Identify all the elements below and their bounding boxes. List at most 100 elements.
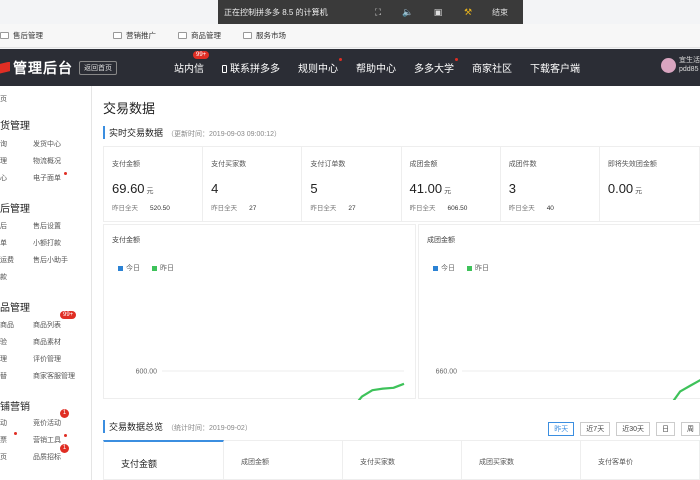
- overview-tab-pay-amount[interactable]: 支付金额: [103, 440, 224, 480]
- user-menu[interactable]: 宜生活 pdd85: [661, 56, 700, 74]
- sidebar-item[interactable]: 询: [0, 139, 7, 149]
- nav-download[interactable]: 下载客户端: [521, 60, 589, 75]
- remote-control-bar: 正在控制拼多多 8.5 的计算机 ⛶ 🔈 ▣ ⚒ 结束: [218, 0, 523, 24]
- end-control-button[interactable]: 结束: [483, 7, 517, 18]
- sidebar-item-waybill[interactable]: 电子面单: [33, 173, 61, 183]
- bookmark-services[interactable]: 服务市场: [243, 30, 286, 41]
- sidebar-item[interactable]: 验: [0, 337, 7, 347]
- nav-messages[interactable]: 站内信 99+: [165, 51, 213, 75]
- sidebar-item-bid-activity[interactable]: 竞价活动: [33, 418, 61, 428]
- sidebar-item-small-payment[interactable]: 小额打款: [33, 238, 61, 248]
- series-line-yesterday: [672, 378, 700, 400]
- notify-dot: [339, 58, 342, 61]
- nav-rules[interactable]: 规则中心: [289, 58, 347, 75]
- sidebar-item[interactable]: 页: [0, 452, 7, 462]
- sidebar-item-quality-bid[interactable]: 品质招标: [33, 452, 61, 462]
- logo-icon: [0, 61, 10, 74]
- sidebar-item-logistics[interactable]: 物流概况: [33, 156, 61, 166]
- bookmark-marketing[interactable]: 营销推广: [113, 30, 156, 41]
- user-id: pdd85: [679, 66, 699, 73]
- realtime-section-title: 实时交易数据 （更新时间：2019-09-03 09:00:12）: [103, 126, 281, 139]
- sidebar-item-aftersale-settings[interactable]: 售后设置: [33, 221, 61, 231]
- remote-control-title: 正在控制拼多多 8.5 的计算机: [224, 7, 328, 17]
- range-tab-week[interactable]: 周: [681, 422, 700, 436]
- range-tab-yesterday[interactable]: 昨天: [548, 422, 575, 436]
- y-tick-label: 660.00: [436, 369, 458, 376]
- range-tab-day[interactable]: 日: [656, 422, 675, 436]
- sidebar-item[interactable]: 后: [0, 221, 7, 231]
- sidebar-item[interactable]: 款: [0, 272, 7, 282]
- range-tab-30days[interactable]: 近30天: [616, 422, 650, 436]
- notify-dot: [455, 58, 458, 61]
- chart-group-amount: 成团金额 今日 昨日 0.00220.00440.00660.000369121…: [418, 224, 700, 400]
- update-time: （更新时间：2019-09-03 09:00:12）: [167, 131, 282, 138]
- sidebar-item[interactable]: 商品: [0, 320, 14, 330]
- sidebar-item[interactable]: 替: [0, 371, 7, 381]
- sidebar-group-shipping[interactable]: 货管理: [0, 117, 30, 132]
- bookmark-products[interactable]: 商品管理: [178, 30, 221, 41]
- sidebar-item-product-list[interactable]: 商品列表: [33, 320, 61, 330]
- sidebar-item-aftersale-assistant[interactable]: 售后小助手: [33, 255, 68, 265]
- metric-group-amount[interactable]: 成团金额 41.00 元 昨日全天 606.50: [402, 147, 501, 221]
- metric-pay-buyers[interactable]: 支付买家数 4 昨日全天 27: [203, 147, 303, 221]
- overview-tab-unit-price[interactable]: 支付客单价: [581, 440, 700, 480]
- products-badge: 99+: [60, 311, 77, 319]
- sidebar-item-ship-center[interactable]: 发货中心: [33, 139, 61, 149]
- sidebar-group-products[interactable]: 品管理: [0, 299, 30, 314]
- sidebar-item-product-material[interactable]: 商品素材: [33, 337, 61, 347]
- logo-text: 管理后台: [13, 59, 73, 76]
- top-navigation: 管理后台 返回首页 站内信 99+ 联系拼多多 规则中心 帮助中心 多多大学 商…: [0, 49, 700, 86]
- metric-pay-amount[interactable]: 支付金额 69.60 元 昨日全天 520.50: [104, 147, 204, 221]
- marketing-badge: 1: [60, 409, 69, 418]
- overview-tab-group-amount[interactable]: 成团金额: [223, 440, 343, 480]
- return-home-button[interactable]: 返回首页: [79, 60, 117, 75]
- nav-university[interactable]: 多多大学: [405, 58, 463, 75]
- fullscreen-icon[interactable]: ⛶: [363, 7, 393, 18]
- speaker-icon[interactable]: 🔈: [393, 7, 423, 18]
- folder-icon: [243, 32, 252, 39]
- notify-dot: [14, 432, 17, 435]
- sidebar-item-service-manage[interactable]: 商家客服管理: [33, 371, 75, 381]
- sidebar-item[interactable]: 运费: [0, 255, 14, 265]
- folder-icon: [0, 32, 9, 39]
- overview-tab-pay-buyers[interactable]: 支付买家数: [342, 440, 462, 480]
- window-icon[interactable]: ▣: [423, 7, 453, 18]
- range-tab-7days[interactable]: 近7天: [580, 422, 611, 436]
- messages-badge: 99+: [193, 51, 210, 59]
- overview-tab-group-buyers[interactable]: 成团买家数: [461, 440, 581, 480]
- sidebar-item[interactable]: 理: [0, 354, 7, 364]
- sidebar-item[interactable]: 单: [0, 238, 7, 248]
- sidebar-item[interactable]: 动: [0, 418, 7, 428]
- metric-group-items[interactable]: 成团件数 3 昨日全天 40: [501, 147, 600, 221]
- bookmark-aftersale[interactable]: 售后管理: [0, 30, 43, 41]
- chart-svg: 0.00220.00440.00660.00036912151821: [436, 369, 700, 400]
- nav-help[interactable]: 帮助中心: [347, 60, 405, 75]
- metric-expiring-amount[interactable]: 即将失效团金额 0.00 元: [600, 147, 699, 221]
- user-name: 宜生活: [679, 57, 700, 64]
- quality-badge: 1: [60, 444, 69, 453]
- nav-community[interactable]: 商家社区: [463, 60, 521, 75]
- folder-icon: [178, 32, 187, 39]
- sidebar-item[interactable]: 理: [0, 156, 7, 166]
- overview-section-title: 交易数据总览 （统计时间：2019-09-02）: [103, 420, 252, 433]
- sidebar-item-reviews[interactable]: 评价管理: [33, 354, 61, 364]
- chart-svg: 0.00200.00400.00600.00036912151821: [136, 369, 405, 400]
- overview-tabs: 支付金额 成团金额 支付买家数 成团买家数 支付客单价: [103, 440, 700, 480]
- sidebar-group-marketing[interactable]: 铺营销: [0, 398, 30, 413]
- sidebar-item[interactable]: 心: [0, 173, 7, 183]
- phone-icon: [222, 65, 227, 73]
- sidebar-item[interactable]: 票: [0, 435, 7, 445]
- notify-dot: [64, 172, 67, 175]
- main-content: 交易数据 实时交易数据 （更新时间：2019-09-03 09:00:12） 支付…: [92, 86, 700, 480]
- chart-pay-amount: 支付金额 今日 昨日 0.00200.00400.00600.000369121…: [103, 224, 416, 400]
- sidebar-item-marketing-tools[interactable]: 营销工具: [33, 435, 61, 445]
- logo[interactable]: 管理后台 返回首页: [0, 58, 165, 78]
- nav-contact[interactable]: 联系拼多多: [213, 60, 289, 75]
- sidebar-group-aftersale[interactable]: 后管理: [0, 200, 30, 215]
- folder-icon: [113, 32, 122, 39]
- sidebar-item-home[interactable]: 页: [0, 94, 7, 104]
- page-title: 交易数据: [103, 101, 156, 116]
- tools-icon[interactable]: ⚒: [453, 7, 483, 18]
- metric-pay-orders[interactable]: 支付订单数 5 昨日全天 27: [302, 147, 402, 221]
- bookmarks-bar: 售后管理 营销推广 商品管理 服务市场: [0, 24, 700, 48]
